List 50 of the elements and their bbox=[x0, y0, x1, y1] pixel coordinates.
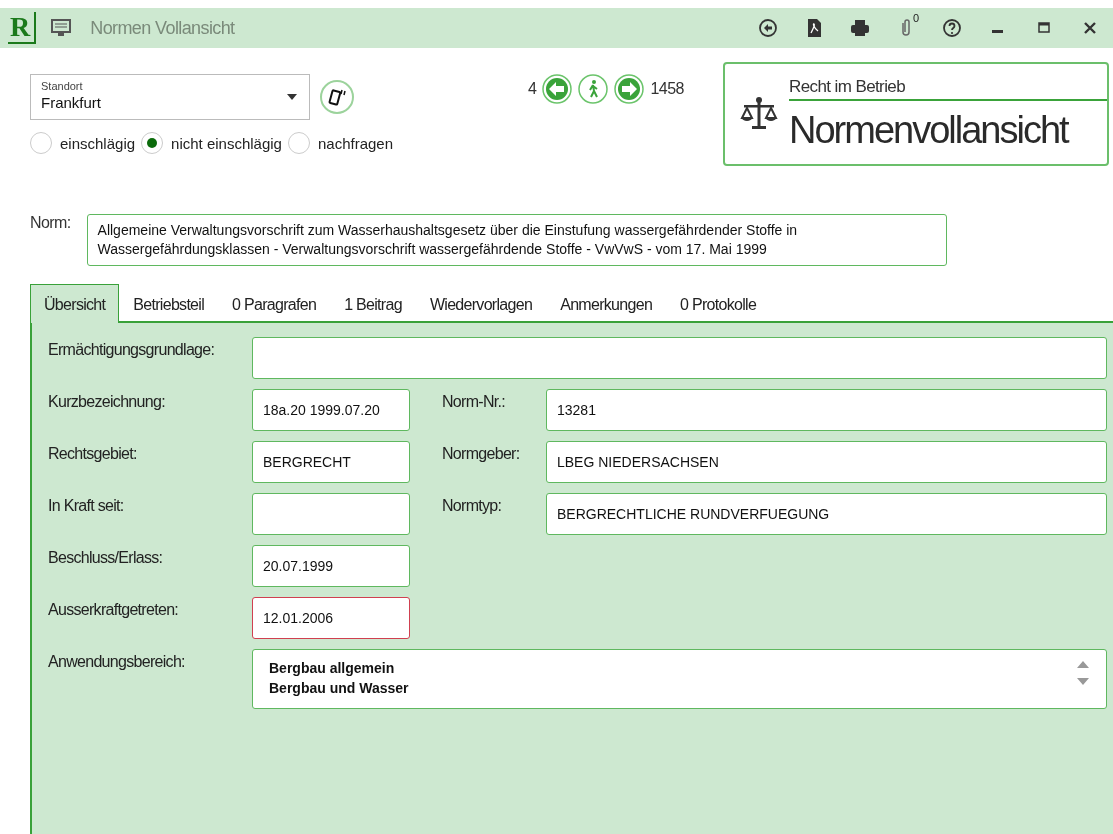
card-button[interactable] bbox=[320, 80, 354, 114]
field-label: Kurzbezeichnung: bbox=[48, 392, 166, 411]
field-label: Normtyp: bbox=[442, 496, 503, 515]
list-field[interactable]: Bergbau allgemein Bergbau und Wasser bbox=[252, 649, 1107, 709]
window-title: Normen Vollansicht bbox=[90, 17, 236, 39]
field-label: Ausserkraftgetreten: bbox=[48, 600, 180, 619]
field-label: Norm-Nr.: bbox=[442, 392, 507, 411]
input-field[interactable] bbox=[252, 337, 1107, 379]
input-field[interactable]: BERGRECHTLICHE RUNDVERFUEGUNG bbox=[546, 493, 1107, 535]
norm-field: Allgemeine Verwaltungsvorschrift zum Wasserhaushaltsgesetz über die Einstufung wassergefährdender Stoffe in Wassergefährdungsklassen - Verwaltungsvorschrift wassergefährdende Stoffe - VwVwS - vom 17. Mai 1999 bbox=[86, 214, 947, 266]
walking-person-icon[interactable] bbox=[578, 74, 609, 104]
input-field[interactable]: BERGRECHT bbox=[252, 441, 410, 483]
field-label: Beschluss/Erlass: bbox=[48, 548, 164, 567]
field-label: Ermächtigungsgrundlage: bbox=[48, 340, 216, 359]
list-item: Bergbau und Wasser bbox=[269, 679, 410, 698]
next-count: 1458 bbox=[650, 80, 684, 98]
card-title: Normenvollansicht bbox=[789, 108, 1070, 152]
tab[interactable]: 0 Paragrafen bbox=[218, 284, 331, 323]
app-logo: R bbox=[8, 12, 37, 44]
print-icon[interactable] bbox=[848, 18, 872, 38]
radio-label: einschlägig bbox=[60, 134, 136, 152]
field-label: Anwendungsbereich: bbox=[48, 652, 186, 671]
input-field[interactable]: 18a.20 1999.07.20 bbox=[252, 389, 410, 431]
card-subtitle: Recht im Betrieb bbox=[789, 76, 1107, 101]
input-field[interactable]: 12.01.2006 bbox=[252, 597, 410, 639]
card-icon bbox=[327, 87, 347, 107]
input-field[interactable]: 13281 bbox=[546, 389, 1107, 431]
tab[interactable]: Betriebsteil bbox=[119, 284, 219, 323]
tab[interactable]: 1 Beitrag bbox=[330, 284, 416, 323]
input-field[interactable] bbox=[252, 493, 410, 535]
radio-label: nicht einschlägig bbox=[171, 134, 282, 152]
tab[interactable]: Übersicht bbox=[30, 284, 120, 323]
list-item: Bergbau allgemein bbox=[269, 659, 396, 678]
back-icon[interactable] bbox=[758, 18, 778, 38]
tab[interactable]: Wiedervorlagen bbox=[415, 284, 547, 323]
attachment-count: 0 bbox=[912, 12, 919, 24]
location-dropdown[interactable]: Standort Frankfurt bbox=[30, 74, 310, 120]
field-label: In Kraft seit: bbox=[48, 496, 125, 515]
previous-count: 4 bbox=[528, 80, 537, 98]
tab[interactable]: Anmerkungen bbox=[546, 284, 667, 323]
caret-icon bbox=[287, 94, 297, 100]
field-label: Normgeber: bbox=[442, 444, 521, 463]
help-icon[interactable] bbox=[942, 18, 962, 38]
norm-label: Norm: bbox=[30, 214, 71, 232]
tab[interactable]: 0 Protokolle bbox=[666, 284, 771, 323]
radio-label: nachfragen bbox=[317, 134, 394, 152]
field-label: Rechtsgebiet: bbox=[48, 444, 138, 463]
monitor-icon[interactable] bbox=[50, 18, 73, 38]
input-field[interactable]: 20.07.1999 bbox=[252, 545, 410, 587]
input-field[interactable]: LBEG NIEDERSACHSEN bbox=[546, 441, 1107, 483]
